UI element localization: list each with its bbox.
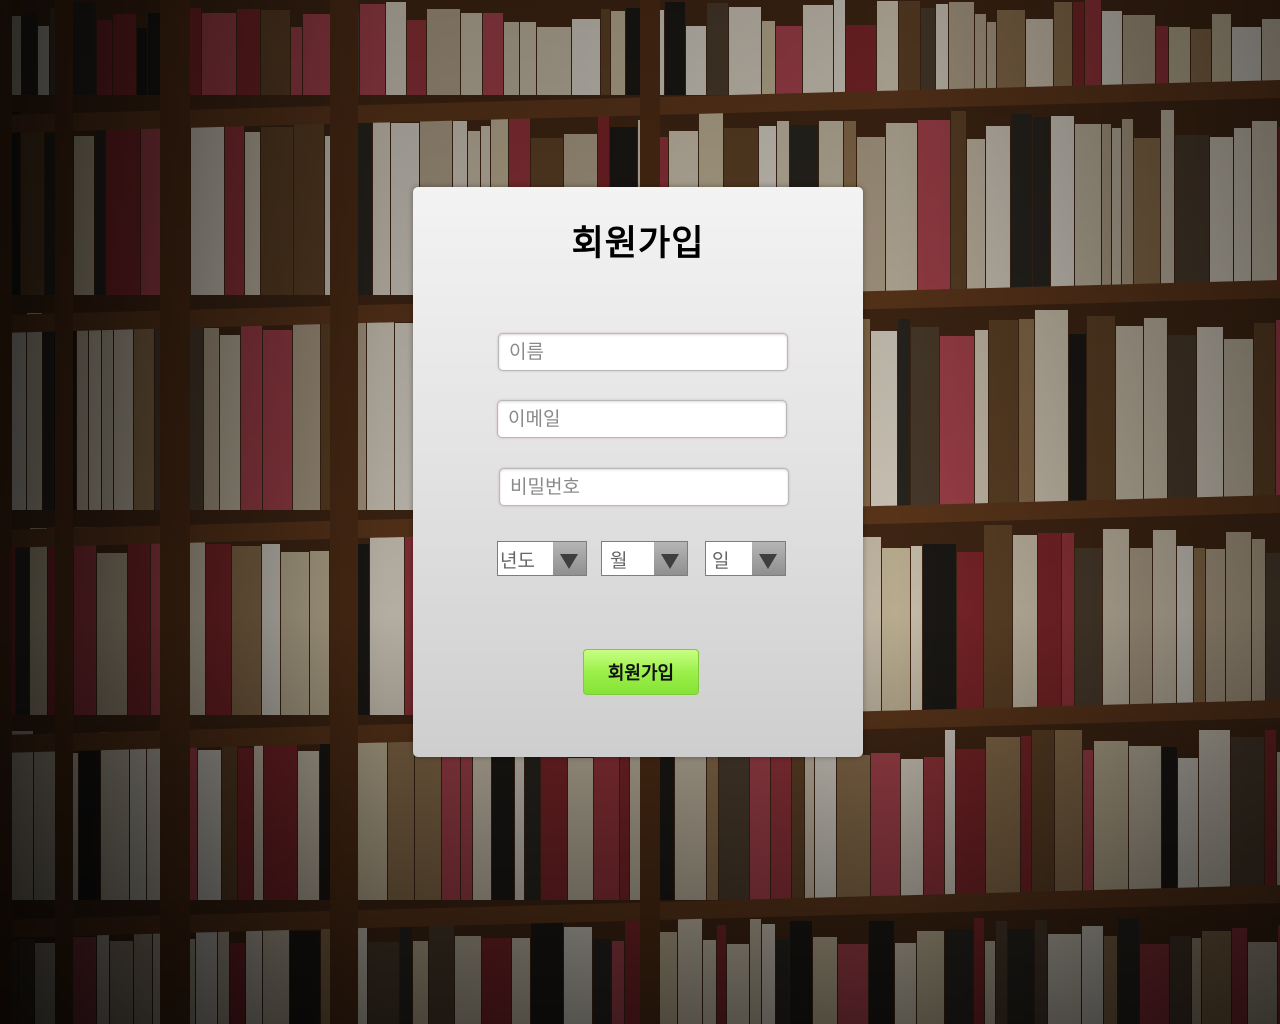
signup-submit-button[interactable]: 회원가입 [583,649,699,695]
day-dropdown-button[interactable] [752,542,785,575]
month-select[interactable]: 월 [601,541,688,576]
triangle-down-icon [661,554,679,569]
triangle-down-icon [560,554,578,569]
year-select[interactable]: 년도 [497,541,587,576]
year-dropdown-button[interactable] [553,542,586,575]
triangle-down-icon [759,554,777,569]
year-select-value: 년도 [500,550,535,572]
email-input[interactable] [497,400,787,438]
signup-card: 회원가입 년도 월 일 회원가입 [413,187,863,757]
month-dropdown-button[interactable] [654,542,687,575]
month-select-value: 월 [610,550,628,572]
day-select[interactable]: 일 [705,541,786,576]
name-input[interactable] [498,333,788,371]
day-select-value: 일 [712,550,730,572]
page-title: 회원가입 [571,224,705,264]
password-input[interactable] [499,468,789,506]
